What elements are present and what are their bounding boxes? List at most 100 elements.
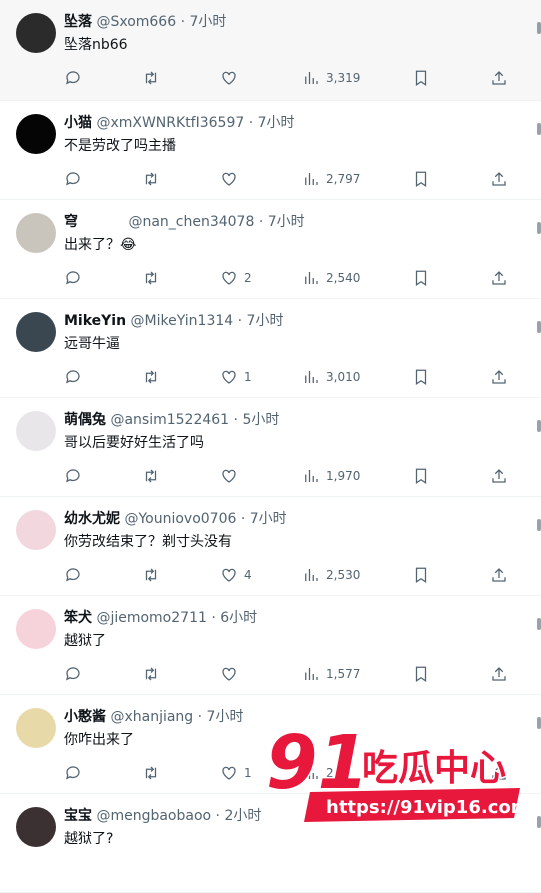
heart-icon bbox=[222, 766, 236, 780]
avatar[interactable] bbox=[16, 114, 56, 154]
views-button[interactable]: 3,010 bbox=[302, 365, 360, 389]
tweet[interactable]: 幼水尤妮 @Youniovo0706 · 7小时 你劳改结束了？剃寸头没有 4 … bbox=[0, 497, 541, 596]
timestamp[interactable]: 6小时 bbox=[220, 610, 257, 626]
views-button[interactable]: 3,319 bbox=[302, 66, 360, 90]
avatar[interactable] bbox=[16, 807, 56, 847]
tweet[interactable]: 坠落 @Sxom666 · 7小时 坠落nb66 3,319 bbox=[0, 0, 541, 101]
bookmark-button[interactable] bbox=[412, 66, 430, 90]
user-handle[interactable]: @Sxom666 bbox=[96, 14, 176, 30]
share-button[interactable] bbox=[490, 563, 508, 587]
like-button[interactable] bbox=[220, 662, 244, 686]
avatar[interactable] bbox=[16, 411, 56, 451]
views-button[interactable]: 2,797 bbox=[302, 167, 360, 191]
timestamp[interactable]: 2小时 bbox=[224, 808, 261, 824]
bookmark-button[interactable] bbox=[412, 563, 430, 587]
like-button[interactable]: 1 bbox=[220, 365, 252, 389]
like-button[interactable]: 1 bbox=[220, 761, 252, 785]
user-handle[interactable]: @MikeYin1314 bbox=[131, 313, 234, 329]
timestamp[interactable]: 7小时 bbox=[207, 709, 244, 725]
retweet-button[interactable] bbox=[142, 662, 160, 686]
avatar[interactable] bbox=[16, 312, 56, 352]
retweet-button[interactable] bbox=[142, 66, 160, 90]
reply-button[interactable] bbox=[64, 365, 82, 389]
user-handle[interactable]: @jiemomo2711 bbox=[96, 610, 206, 626]
tweet[interactable]: 萌偶兔 @ansim1522461 · 5小时 哥以后要好好生活了吗 1,970 bbox=[0, 398, 541, 497]
like-button[interactable]: 2 bbox=[220, 266, 252, 290]
like-button[interactable] bbox=[220, 66, 244, 90]
tweet-text: 你劳改结束了？剃寸头没有 bbox=[64, 534, 232, 550]
reply-button[interactable] bbox=[64, 167, 82, 191]
reply-button[interactable] bbox=[64, 464, 82, 488]
views-icon bbox=[305, 470, 318, 482]
separator: · bbox=[248, 115, 254, 131]
retweet-button[interactable] bbox=[142, 464, 160, 488]
timestamp[interactable]: 7小时 bbox=[189, 14, 226, 30]
user-name[interactable]: 坠落 bbox=[64, 14, 92, 30]
user-handle[interactable]: @Youniovo0706 bbox=[124, 511, 236, 527]
like-button[interactable] bbox=[220, 167, 244, 191]
share-icon bbox=[492, 271, 506, 285]
like-button[interactable]: 4 bbox=[220, 563, 252, 587]
tweet[interactable]: 穹 @nan_chen34078 · 7小时 出来了？😂 2 2,540 bbox=[0, 200, 541, 299]
reply-button[interactable] bbox=[64, 66, 82, 90]
views-button[interactable]: 1,577 bbox=[302, 662, 360, 686]
user-handle[interactable]: @ansim1522461 bbox=[110, 412, 229, 428]
tweet-header: 穹 @nan_chen34078 · 7小时 bbox=[64, 212, 305, 232]
bookmark-button[interactable] bbox=[412, 167, 430, 191]
user-name[interactable]: 宝宝 bbox=[64, 808, 92, 824]
avatar[interactable] bbox=[16, 13, 56, 53]
timestamp[interactable]: 7小时 bbox=[250, 511, 287, 527]
user-handle[interactable]: @xhanjiang bbox=[110, 709, 193, 725]
like-button[interactable] bbox=[220, 464, 244, 488]
bookmark-button[interactable] bbox=[412, 464, 430, 488]
reply-button[interactable] bbox=[64, 761, 82, 785]
share-button[interactable] bbox=[490, 365, 508, 389]
timestamp[interactable]: 5小时 bbox=[242, 412, 279, 428]
user-name[interactable]: 萌偶兔 bbox=[64, 412, 106, 428]
user-handle[interactable]: @nan_chen34078 bbox=[128, 214, 254, 230]
retweet-button[interactable] bbox=[142, 167, 160, 191]
tweet[interactable]: MikeYin @MikeYin1314 · 7小时 远哥牛逼 1 3,010 bbox=[0, 299, 541, 398]
user-name[interactable]: 穹 bbox=[64, 212, 124, 232]
tweet[interactable]: 笨犬 @jiemomo2711 · 6小时 越狱了 1,577 bbox=[0, 596, 541, 695]
share-button[interactable] bbox=[490, 464, 508, 488]
scroll-edge bbox=[537, 717, 541, 729]
action-bar: 1 3,010 bbox=[60, 365, 520, 389]
views-button[interactable]: 1,970 bbox=[302, 464, 360, 488]
user-name[interactable]: MikeYin bbox=[64, 313, 126, 329]
reply-icon bbox=[66, 766, 80, 780]
reply-button[interactable] bbox=[64, 266, 82, 290]
views-button[interactable]: 2,530 bbox=[302, 563, 360, 587]
user-handle[interactable]: @xmXWNRKtfI36597 bbox=[96, 115, 244, 131]
avatar[interactable] bbox=[16, 510, 56, 550]
separator: · bbox=[215, 808, 220, 824]
share-button[interactable] bbox=[490, 167, 508, 191]
bookmark-button[interactable] bbox=[412, 365, 430, 389]
user-name[interactable]: 小猫 bbox=[64, 115, 92, 131]
tweet-header: 萌偶兔 @ansim1522461 · 5小时 bbox=[64, 410, 279, 430]
timestamp[interactable]: 7小时 bbox=[268, 214, 305, 230]
views-button[interactable]: 2,540 bbox=[302, 266, 360, 290]
bookmark-button[interactable] bbox=[412, 266, 430, 290]
share-button[interactable] bbox=[490, 266, 508, 290]
reply-button[interactable] bbox=[64, 662, 82, 686]
retweet-button[interactable] bbox=[142, 365, 160, 389]
user-name[interactable]: 幼水尤妮 bbox=[64, 511, 120, 527]
retweet-button[interactable] bbox=[142, 266, 160, 290]
tweet[interactable]: 小猫 @xmXWNRKtfI36597 · 7小时 不是劳改了吗主播 2,797 bbox=[0, 101, 541, 200]
share-button[interactable] bbox=[490, 66, 508, 90]
retweet-button[interactable] bbox=[142, 563, 160, 587]
timestamp[interactable]: 7小时 bbox=[258, 115, 295, 131]
avatar[interactable] bbox=[16, 708, 56, 748]
views-icon bbox=[305, 569, 318, 581]
retweet-button[interactable] bbox=[142, 761, 160, 785]
share-button[interactable] bbox=[490, 662, 508, 686]
avatar[interactable] bbox=[16, 609, 56, 649]
user-handle[interactable]: @mengbaobaoo bbox=[96, 808, 211, 824]
bookmark-button[interactable] bbox=[412, 662, 430, 686]
reply-button[interactable] bbox=[64, 563, 82, 587]
user-name[interactable]: 小憨酱 bbox=[64, 709, 106, 725]
timestamp[interactable]: 7小时 bbox=[247, 313, 284, 329]
avatar[interactable] bbox=[16, 213, 56, 253]
user-name[interactable]: 笨犬 bbox=[64, 610, 92, 626]
